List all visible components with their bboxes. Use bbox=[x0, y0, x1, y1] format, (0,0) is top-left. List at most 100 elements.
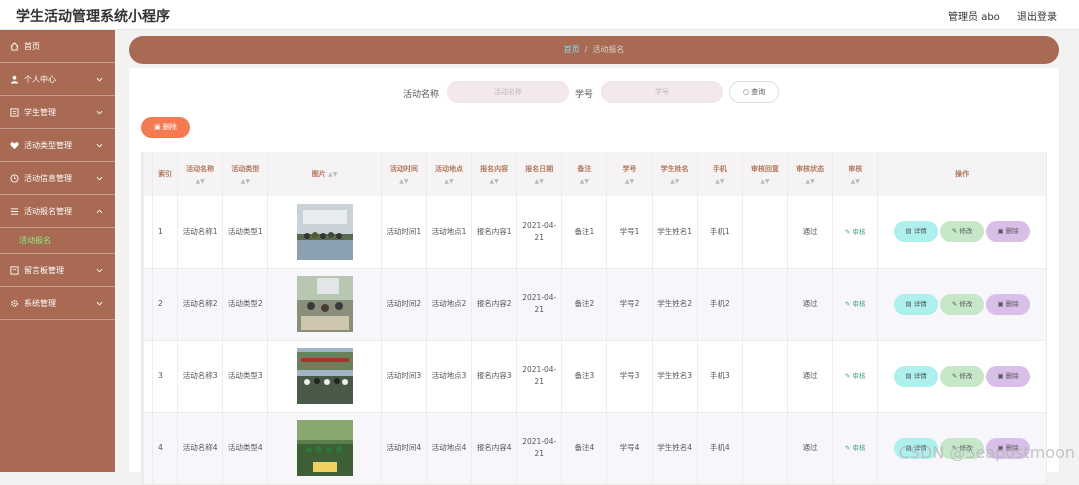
column-header[interactable]: 报名日期 ▲▼ bbox=[516, 152, 563, 196]
gear-icon bbox=[9, 298, 19, 308]
detail-button[interactable]: ▤ 详情 bbox=[894, 365, 939, 387]
column-header[interactable]: 备注 ▲▼ bbox=[561, 152, 608, 196]
column-header: 索引 bbox=[152, 152, 179, 196]
activity-time-cell: 活动时间1 bbox=[381, 196, 427, 269]
top-bar: 学生活动管理系统小程序 管理员 abo 退出登录 bbox=[0, 0, 1079, 30]
actions-cell: ▤ 详情 ✎ 修改 ▣ 删除 bbox=[877, 196, 1047, 269]
audit-link[interactable]: ✎ 审核 bbox=[845, 300, 866, 308]
activity-name-input[interactable]: 活动名称 bbox=[447, 81, 569, 103]
sidebar-item-message-board[interactable]: 留言板管理 bbox=[0, 254, 115, 287]
chevron-down-icon bbox=[96, 109, 103, 118]
column-header[interactable]: 活动类型 ▲▼ bbox=[222, 152, 269, 196]
sidebar-item-system[interactable]: 系统管理 bbox=[0, 287, 115, 320]
audit-link[interactable]: ✎ 审核 bbox=[845, 228, 866, 236]
row-select-cell[interactable] bbox=[140, 412, 154, 485]
sidebar-item-label: 个人中心 bbox=[24, 74, 56, 84]
header-right: 管理员 abo 退出登录 bbox=[934, 8, 1057, 23]
column-header[interactable]: 活动地点 ▲▼ bbox=[426, 152, 473, 196]
image-cell bbox=[267, 340, 382, 413]
detail-button[interactable]: ▤ 详情 bbox=[894, 293, 939, 315]
column-header[interactable]: 学号 ▲▼ bbox=[606, 152, 653, 196]
column-header[interactable]: 审核 ▲▼ bbox=[832, 152, 879, 196]
activity-photo bbox=[296, 276, 353, 332]
edit-pen-icon: ✎ bbox=[844, 227, 851, 236]
sort-icon: ▲▼ bbox=[534, 177, 544, 185]
sidebar-item-activity-signup[interactable]: 活动报名管理 bbox=[0, 195, 115, 228]
activity-place-cell: 活动地点1 bbox=[426, 196, 473, 269]
column-header[interactable]: 活动时间 ▲▼ bbox=[381, 152, 427, 196]
edit-button[interactable]: ✎ 修改 bbox=[940, 365, 985, 387]
row-select-cell[interactable] bbox=[140, 340, 154, 413]
column-header[interactable]: 活动名称 ▲▼ bbox=[177, 152, 224, 196]
delete-button[interactable]: ▣ 删除 bbox=[986, 221, 1031, 243]
audit-link[interactable]: ✎ 审核 bbox=[845, 372, 866, 380]
column-header[interactable]: 图片 ▲▼ bbox=[267, 152, 382, 196]
breadcrumb-home[interactable]: 首页 bbox=[564, 45, 580, 54]
table-row[interactable]: 1 活动名称1 活动类型1 活动时间1 活动地点1 报名内容1 2021-04-21 备注1 学… bbox=[140, 196, 1047, 269]
signup-content-cell: 报名内容4 bbox=[471, 412, 518, 485]
edit-button[interactable]: ✎ 修改 bbox=[940, 221, 985, 243]
activity-place-cell: 活动地点2 bbox=[426, 268, 473, 341]
activity-type-cell: 活动类型3 bbox=[222, 340, 269, 413]
sort-icon: ▲▼ bbox=[850, 177, 860, 185]
batch-delete-label: 删除 bbox=[162, 123, 177, 131]
student-id-cell: 学号1 bbox=[606, 196, 653, 269]
delete-button[interactable]: ▣ 删除 bbox=[986, 365, 1031, 387]
student-name-cell: 学生姓名2 bbox=[652, 268, 698, 341]
sidebar-subitem-signup[interactable]: 活动报名 bbox=[0, 228, 115, 254]
activity-place-cell: 活动地点3 bbox=[426, 340, 473, 413]
column-header[interactable]: 审核状态 ▲▼ bbox=[787, 152, 834, 196]
signup-date-cell: 2021-04-21 bbox=[516, 412, 563, 485]
batch-delete-button[interactable]: ▣ 删除 bbox=[141, 117, 190, 138]
audit-status-cell: 通过 bbox=[787, 196, 834, 269]
column-header[interactable]: 手机 ▲▼ bbox=[697, 152, 743, 196]
heart-icon bbox=[9, 140, 19, 150]
table-row[interactable]: 3 活动名称3 活动类型3 活动时间3 活动地点3 报名内容3 2021-04-21 备注3 学… bbox=[140, 340, 1047, 413]
table-row[interactable]: 2 活动名称2 活动类型2 活动时间2 活动地点2 报名内容2 2021-04-21 备注2 学… bbox=[140, 268, 1047, 341]
query-button-label: 查询 bbox=[751, 88, 766, 96]
column-header[interactable]: 审核回复 ▲▼ bbox=[742, 152, 789, 196]
sidebar-item-student-management[interactable]: 学生管理 bbox=[0, 96, 115, 129]
sidebar-item-home[interactable]: 首页 bbox=[0, 30, 115, 63]
row-select-cell[interactable] bbox=[140, 196, 154, 269]
breadcrumb-current: 活动报名 bbox=[592, 45, 625, 54]
student-id-cell: 学号2 bbox=[606, 268, 653, 341]
column-header: 操作 bbox=[877, 152, 1047, 196]
sidebar-item-label: 活动类型管理 bbox=[24, 140, 72, 150]
audit-reply-cell bbox=[742, 412, 789, 485]
audit-link[interactable]: ✎ 审核 bbox=[845, 444, 866, 452]
edit-pen-icon: ✎ bbox=[844, 300, 851, 308]
search-bar: 活动名称 活动名称 学号 学号 ○ 查询 bbox=[129, 80, 1059, 104]
sidebar-item-activity-info[interactable]: 活动信息管理 bbox=[0, 162, 115, 195]
row-select-cell[interactable] bbox=[140, 268, 154, 341]
delete-button[interactable]: ▣ 删除 bbox=[986, 293, 1031, 315]
detail-button[interactable]: ▤ 详情 bbox=[894, 221, 939, 243]
signup-date-cell: 2021-04-21 bbox=[516, 340, 563, 413]
column-header[interactable]: 报名内容 ▲▼ bbox=[471, 152, 518, 196]
logout-link[interactable]: 退出登录 bbox=[1017, 12, 1057, 23]
audit-status-cell: 通过 bbox=[787, 268, 834, 341]
student-name-cell: 学生姓名3 bbox=[652, 340, 698, 413]
student-id-input[interactable]: 学号 bbox=[601, 81, 723, 103]
edit-button[interactable]: ✎ 修改 bbox=[940, 293, 985, 315]
activity-photo bbox=[296, 420, 353, 476]
phone-cell: 手机1 bbox=[697, 196, 743, 269]
sort-icon: ▲▼ bbox=[444, 177, 454, 185]
column-header[interactable]: 学生姓名 ▲▼ bbox=[652, 152, 698, 196]
signup-date-cell: 2021-04-21 bbox=[516, 196, 563, 269]
query-button[interactable]: ○ 查询 bbox=[729, 81, 779, 103]
watermark: CSDN @Seapostmoon bbox=[898, 443, 1075, 462]
edit-icon: ✎ bbox=[951, 227, 958, 236]
sidebar-item-activity-type[interactable]: 活动类型管理 bbox=[0, 129, 115, 162]
activity-place-cell: 活动地点4 bbox=[426, 412, 473, 485]
image-cell bbox=[267, 268, 382, 341]
audit-reply-cell bbox=[742, 196, 789, 269]
edit-icon: ✎ bbox=[951, 371, 958, 380]
select-column-header bbox=[140, 152, 154, 196]
activity-type-cell: 活动类型2 bbox=[222, 268, 269, 341]
student-name-cell: 学生姓名4 bbox=[652, 412, 698, 485]
activity-time-cell: 活动时间4 bbox=[381, 412, 427, 485]
sort-icon: ▲▼ bbox=[195, 177, 205, 185]
remark-cell: 备注4 bbox=[561, 412, 608, 485]
sidebar-item-personal-center[interactable]: 个人中心 bbox=[0, 63, 115, 96]
